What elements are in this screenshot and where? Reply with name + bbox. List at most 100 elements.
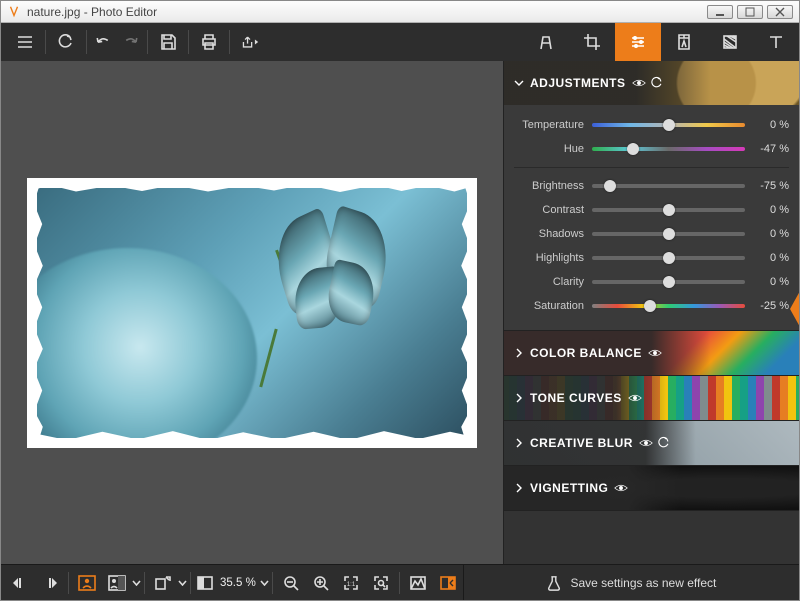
zoom-fit-button[interactable] [366, 565, 396, 601]
chevron-right-icon [514, 393, 524, 403]
minimize-button[interactable] [707, 5, 733, 19]
slider-track[interactable] [592, 256, 745, 260]
undo-all-button[interactable] [48, 23, 84, 61]
section-adjustments: ADJUSTMENTS Temperature0 %Hue-47 %Bright… [504, 61, 799, 331]
section-header-creative-blur[interactable]: CREATIVE BLUR [504, 421, 799, 465]
app-icon [7, 5, 21, 19]
slider-label: Temperature [514, 119, 592, 131]
save-effect-label: Save settings as new effect [570, 576, 716, 590]
slider-temperature: Temperature0 % [504, 113, 799, 137]
slider-track[interactable] [592, 123, 745, 127]
section-header-tone-curves[interactable]: TONE CURVES [504, 376, 799, 420]
section-vignetting: VIGNETTING [504, 466, 799, 511]
section-label: TONE CURVES [530, 391, 622, 405]
close-button[interactable] [767, 5, 793, 19]
tool-tabs [523, 23, 799, 61]
section-header-adjustments[interactable]: ADJUSTMENTS [504, 61, 799, 105]
slider-handle[interactable] [663, 119, 675, 131]
section-label: ADJUSTMENTS [530, 76, 626, 90]
tab-texture[interactable] [707, 23, 753, 61]
chevron-down-icon [514, 78, 524, 88]
chevron-right-icon [514, 348, 524, 358]
fit-screen-button[interactable] [194, 565, 216, 601]
statusbar: 35.5 % 1:1 Save settings as new effect [1, 564, 799, 600]
slider-handle[interactable] [627, 143, 639, 155]
slider-saturation: Saturation-25 % [504, 294, 799, 318]
slider-track[interactable] [592, 304, 745, 308]
section-header-color-balance[interactable]: COLOR BALANCE [504, 331, 799, 375]
tab-adjust[interactable] [615, 23, 661, 61]
slider-handle[interactable] [663, 252, 675, 264]
slider-value: -75 % [745, 180, 789, 192]
zoom-actual-button[interactable]: 1:1 [336, 565, 366, 601]
next-image-button[interactable] [35, 565, 65, 601]
slider-track[interactable] [592, 232, 745, 236]
image-canvas [27, 178, 477, 448]
app-window: nature.jpg - Photo Editor [0, 0, 800, 601]
zoom-level: 35.5 % [216, 577, 260, 589]
top-toolbar [1, 23, 799, 61]
export-button[interactable] [232, 23, 268, 61]
visibility-icon[interactable] [632, 76, 646, 90]
window-controls [707, 5, 793, 19]
tab-watermark[interactable] [661, 23, 707, 61]
print-button[interactable] [191, 23, 227, 61]
slider-hue: Hue-47 % [504, 137, 799, 161]
rotate-dropdown[interactable] [178, 580, 187, 586]
tab-crop[interactable] [569, 23, 615, 61]
slider-handle[interactable] [663, 204, 675, 216]
visibility-icon[interactable] [614, 481, 628, 495]
menu-button[interactable] [7, 23, 43, 61]
save-button[interactable] [150, 23, 186, 61]
zoom-dropdown[interactable] [260, 580, 269, 586]
slider-contrast: Contrast 0 % [504, 198, 799, 222]
view-dropdown[interactable] [132, 580, 141, 586]
slider-label: Shadows [514, 228, 592, 240]
canvas-area[interactable] [1, 61, 503, 564]
slider-highlights: Highlights 0 % [504, 246, 799, 270]
slider-value: 0 % [745, 252, 789, 264]
slider-handle[interactable] [604, 180, 616, 192]
navigator-button[interactable] [433, 565, 463, 601]
content-area: ADJUSTMENTS Temperature0 %Hue-47 %Bright… [1, 61, 799, 564]
section-label: VIGNETTING [530, 481, 608, 495]
tab-effects[interactable] [523, 23, 569, 61]
reset-icon[interactable] [657, 436, 671, 450]
zoom-out-button[interactable] [276, 565, 306, 601]
visibility-icon[interactable] [628, 391, 642, 405]
slider-label: Contrast [514, 204, 592, 216]
maximize-button[interactable] [737, 5, 763, 19]
chevron-right-icon [514, 438, 524, 448]
slider-track[interactable] [592, 184, 745, 188]
slider-track[interactable] [592, 208, 745, 212]
prev-image-button[interactable] [5, 565, 35, 601]
tab-text[interactable] [753, 23, 799, 61]
slider-handle[interactable] [663, 276, 675, 288]
section-header-vignetting[interactable]: VIGNETTING [504, 466, 799, 510]
slider-label: Highlights [514, 252, 592, 264]
zoom-in-button[interactable] [306, 565, 336, 601]
flask-icon [546, 575, 562, 591]
slider-value: 0 % [745, 204, 789, 216]
visibility-icon[interactable] [648, 346, 662, 360]
view-compare-button[interactable] [102, 565, 132, 601]
histogram-button[interactable] [403, 565, 433, 601]
slider-label: Brightness [514, 180, 592, 192]
redo-button[interactable] [117, 23, 145, 61]
reset-icon[interactable] [650, 76, 664, 90]
section-tone-curves: TONE CURVES [504, 376, 799, 421]
visibility-icon[interactable] [639, 436, 653, 450]
slider-track[interactable] [592, 280, 745, 284]
slider-clarity: Clarity0 % [504, 270, 799, 294]
rotate-button[interactable] [148, 565, 178, 601]
save-as-effect-button[interactable]: Save settings as new effect [463, 565, 799, 600]
slider-label: Clarity [514, 276, 592, 288]
undo-button[interactable] [89, 23, 117, 61]
slider-handle[interactable] [644, 300, 656, 312]
slider-value: -47 % [745, 143, 789, 155]
view-single-button[interactable] [72, 565, 102, 601]
window-title: nature.jpg - Photo Editor [27, 5, 707, 19]
slider-track[interactable] [592, 147, 745, 151]
slider-handle[interactable] [663, 228, 675, 240]
adjustments-sidebar: ADJUSTMENTS Temperature0 %Hue-47 %Bright… [503, 61, 799, 564]
